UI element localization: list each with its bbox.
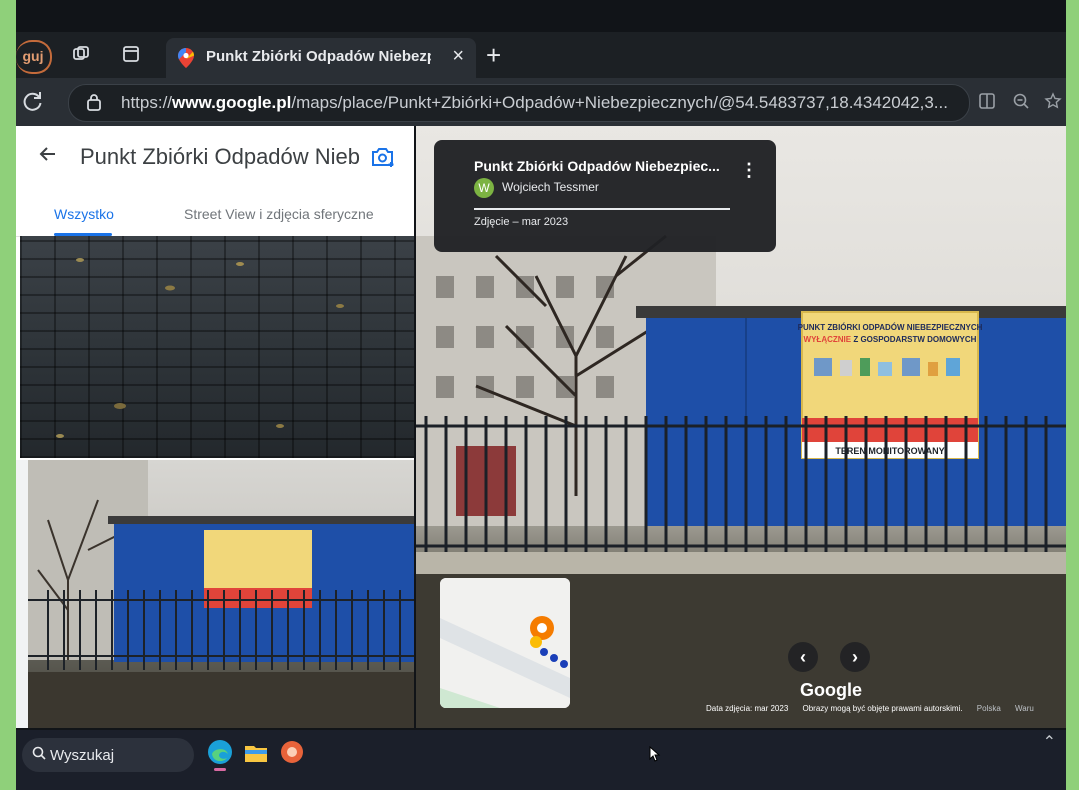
- photo-date: Zdjęcie – mar 2023: [474, 216, 569, 228]
- photo-thumbnail-pavement[interactable]: [20, 236, 414, 458]
- panel-header: Punkt Zbiórki Odpadów Nieb...: [16, 126, 414, 192]
- search-label: Wyszukaj: [50, 747, 115, 764]
- split-screen-icon[interactable]: [978, 92, 996, 115]
- zoom-out-icon[interactable]: [1012, 92, 1030, 115]
- sign-footer: TEREN MONITOROWANY: [835, 446, 944, 456]
- tab-google-maps[interactable]: Punkt Zbiórki Odpadów Niebezpi ×: [166, 38, 476, 78]
- avatar[interactable]: W: [474, 178, 494, 198]
- browser-tab-bar: guj Punkt Zbiórki Odpadów Niebezpi × +: [16, 32, 1066, 78]
- edge-browser-icon[interactable]: [206, 738, 234, 766]
- url-input[interactable]: https://www.google.pl/maps/place/Punkt+Z…: [68, 84, 970, 122]
- photo-thumbnail-container[interactable]: [28, 460, 414, 728]
- windows-taskbar: Wyszukaj ⌃: [16, 730, 1066, 790]
- address-bar-row: https://www.google.pl/maps/place/Punkt+Z…: [16, 78, 1066, 126]
- copyright-notice: Obrazy mogą być objęte prawami autorskim…: [802, 704, 963, 713]
- new-tab-button[interactable]: +: [486, 40, 501, 71]
- terms-link[interactable]: Waru: [1015, 704, 1034, 713]
- workspaces-icon[interactable]: [70, 44, 92, 66]
- profile-button[interactable]: guj: [16, 40, 52, 74]
- mini-map-drawing: [440, 578, 570, 708]
- search-icon: [32, 746, 46, 760]
- tab-street-view[interactable]: Street View i zdjęcia sferyczne: [184, 206, 374, 222]
- more-options-icon[interactable]: ⋮: [740, 160, 758, 181]
- lock-icon[interactable]: [87, 93, 101, 111]
- tab-all[interactable]: Wszystko: [54, 206, 114, 222]
- google-maps-icon: [178, 48, 194, 68]
- container-photo: [28, 460, 414, 728]
- next-photo-button[interactable]: ›: [840, 642, 870, 672]
- previous-photo-button[interactable]: ‹: [788, 642, 818, 672]
- url-text: https://www.google.pl/maps/place/Punkt+Z…: [121, 93, 948, 112]
- google-logo: Google: [800, 680, 862, 700]
- chevron-up-icon[interactable]: ⌃: [1043, 732, 1056, 752]
- tab-title: Punkt Zbiórki Odpadów Niebezpi: [206, 48, 431, 65]
- powerpoint-icon[interactable]: [278, 738, 306, 766]
- pavement-leaves: [56, 258, 344, 438]
- place-title: Punkt Zbiórki Odpadów Nieb...: [80, 144, 360, 169]
- back-arrow-icon[interactable]: [38, 144, 58, 170]
- sign-title: PUNKT ZBIÓRKI ODPADÓW NIEBEZPIECZNYCH: [798, 323, 983, 332]
- divider: [474, 208, 730, 210]
- add-photo-icon[interactable]: [370, 146, 396, 168]
- active-app-indicator: [214, 768, 226, 771]
- taskbar-search[interactable]: Wyszukaj: [22, 738, 194, 772]
- info-card-title[interactable]: Punkt Zbiórki Odpadów Niebezpiec...: [474, 158, 720, 174]
- photos-side-panel: Punkt Zbiórki Odpadów Nieb... Wszystko S…: [16, 126, 414, 728]
- vertical-tabs-icon[interactable]: [120, 44, 142, 66]
- close-tab-icon[interactable]: ×: [452, 45, 464, 68]
- map-footer: Data zdjęcia: mar 2023 Obrazy mogą być o…: [706, 704, 1046, 713]
- photo-info-card: Punkt Zbiórki Odpadów Niebezpiec... W Wo…: [434, 140, 776, 252]
- author-name[interactable]: Wojciech Tessmer: [502, 180, 599, 194]
- panel-edge: [16, 460, 28, 728]
- favorite-star-icon[interactable]: [1044, 92, 1062, 115]
- mini-map[interactable]: [440, 578, 570, 708]
- mouse-cursor-icon: [649, 746, 661, 762]
- photo-category-tabs: Wszystko Street View i zdjęcia sferyczne: [16, 192, 414, 237]
- file-explorer-icon[interactable]: [242, 738, 270, 766]
- photo-capture-date: Data zdjęcia: mar 2023: [706, 704, 789, 713]
- sign-subtitle: WYŁĄCZNIE Z GOSPODARSTW DOMOWYCH: [804, 335, 977, 344]
- country-link[interactable]: Polska: [977, 704, 1001, 713]
- laptop-screen: guj Punkt Zbiórki Odpadów Niebezpi × + h…: [16, 0, 1066, 790]
- reload-icon[interactable]: [22, 90, 44, 118]
